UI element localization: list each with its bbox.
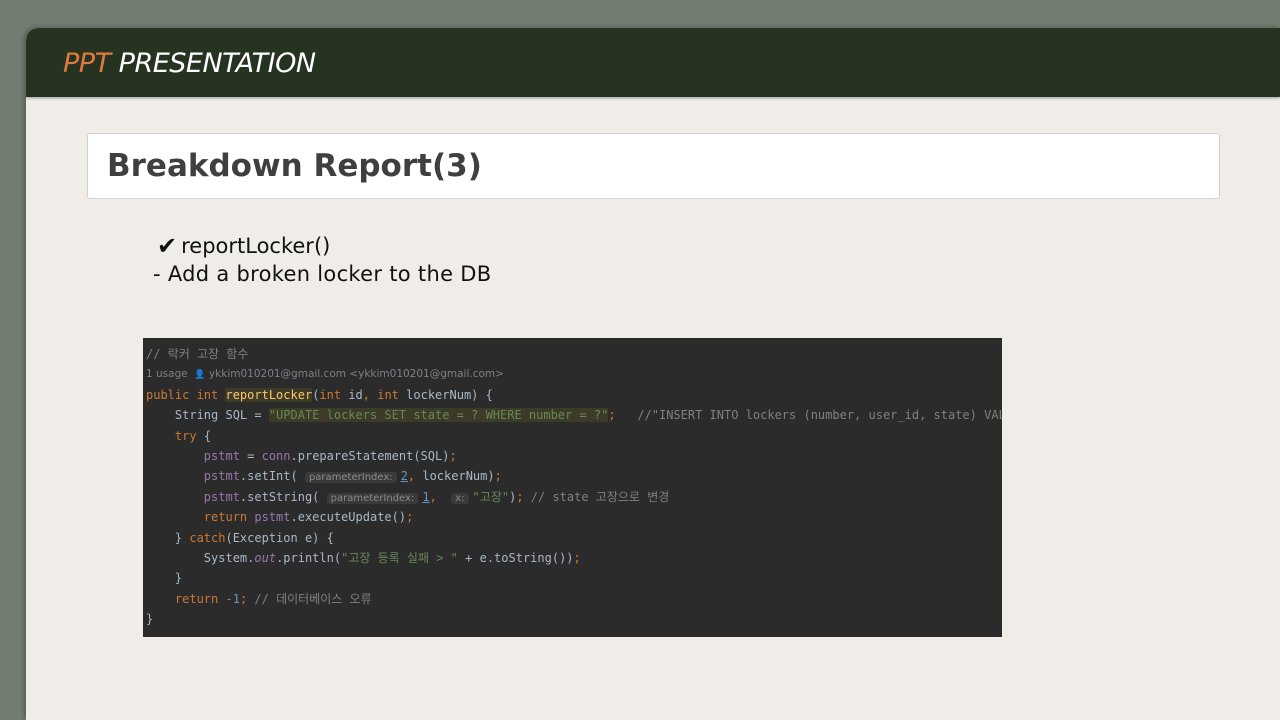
bullet-label: reportLocker() bbox=[181, 234, 331, 258]
code-line: pstmt = conn.prepareStatement(SQL); bbox=[203, 448, 457, 463]
korean-string: "고장" bbox=[472, 489, 510, 504]
bullet-description: - Add a broken locker to the DB bbox=[153, 262, 492, 286]
code-line: pstmt.setInt( parameterIndex: 2, lockerNu… bbox=[203, 469, 502, 484]
slide-header: PPT PRESENTATION bbox=[26, 28, 1280, 97]
param-hint: parameterIndex: bbox=[304, 472, 397, 484]
presentation-title: PPT PRESENTATION bbox=[63, 48, 316, 79]
code-line: } bbox=[146, 612, 154, 627]
slide: PPT PRESENTATION Breakdown Report(3) ✔ r… bbox=[26, 28, 1280, 720]
state-comment: // state 고장으로 변경 bbox=[530, 489, 670, 504]
code-line: String SQL = "UPDATE lockers SET state =… bbox=[146, 405, 1002, 425]
code-line: public int reportLocker(int id, int lock… bbox=[146, 387, 493, 402]
code-line: return -1; // 데이터베이스 오류 bbox=[174, 591, 372, 606]
code-line: // 락커 고장 함수 bbox=[146, 347, 249, 361]
db-error-comment: // 데이터베이스 오류 bbox=[254, 591, 372, 606]
header-title: PRESENTATION bbox=[118, 48, 316, 79]
code-screenshot: // 락커 고장 함수 1 usage 👤 ykkim010201@gmail.… bbox=[143, 338, 1002, 637]
error-string: "고장 등록 실패 > " bbox=[341, 550, 458, 565]
code-line: try { bbox=[174, 428, 212, 443]
code-line: System.out.println("고장 등록 실패 > " + e.toS… bbox=[146, 550, 581, 565]
header-accent: PPT bbox=[63, 48, 111, 79]
bullet-item: ✔ reportLocker() bbox=[157, 232, 330, 260]
code-line: } bbox=[146, 571, 183, 586]
code-line: pstmt.setString( parameterIndex: 1, x: "고장… bbox=[203, 489, 670, 504]
slide-title-box: Breakdown Report(3) bbox=[87, 133, 1220, 199]
code-line: } catch(Exception e) { bbox=[146, 530, 334, 545]
sql-string: "UPDATE lockers SET state = ? WHERE numb… bbox=[268, 408, 609, 423]
x-hint: x: bbox=[451, 492, 469, 504]
author-info: ykkim010201@gmail.com <ykkim010201@gmail… bbox=[208, 368, 504, 381]
person-icon: 👤 bbox=[194, 370, 206, 381]
insert-comment: //"INSERT INTO lockers (number, user_id,… bbox=[637, 408, 1002, 423]
check-icon: ✔ bbox=[157, 232, 178, 260]
slide-title: Breakdown Report(3) bbox=[107, 148, 482, 184]
usage-count: 1 usage bbox=[146, 368, 188, 381]
code-line: return pstmt.executeUpdate(); bbox=[203, 510, 414, 525]
param-hint: parameterIndex: bbox=[326, 492, 419, 504]
code-meta-line: 1 usage 👤 ykkim010201@gmail.com <ykkim01… bbox=[146, 364, 1002, 384]
